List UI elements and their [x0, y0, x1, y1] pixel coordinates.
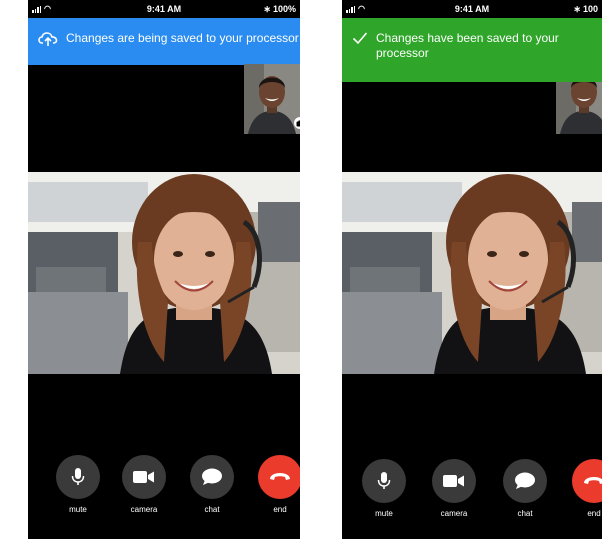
- self-view-video[interactable]: [244, 64, 300, 134]
- status-time: 9:41 AM: [454, 4, 490, 14]
- call-controls: mute camera chat end: [342, 459, 602, 518]
- phone-screen-saved: ◠ 9:41 AM ∗ 100 Changes have been saved …: [342, 0, 602, 539]
- video-camera-icon: [133, 471, 154, 483]
- mute-button[interactable]: mute: [56, 455, 100, 514]
- camera-label: camera: [130, 505, 158, 514]
- mute-label: mute: [69, 505, 87, 514]
- wifi-icon: ◠: [358, 4, 365, 13]
- signal-icon: [346, 5, 355, 13]
- status-bar: ◠ 9:41 AM ∗ 100: [342, 0, 602, 18]
- checkmark-icon: [352, 31, 368, 45]
- self-view-video[interactable]: [556, 82, 602, 134]
- hang-up-icon: [270, 473, 290, 480]
- status-bar: ◠ 9:41 AM ∗ 100%: [28, 0, 300, 18]
- battery-level: 100: [582, 4, 598, 14]
- chat-button[interactable]: chat: [190, 455, 234, 514]
- mute-button[interactable]: mute: [362, 459, 406, 518]
- signal-icon: [32, 5, 41, 13]
- end-label: end: [273, 505, 287, 514]
- status-time: 9:41 AM: [146, 4, 182, 14]
- camera-button[interactable]: camera: [122, 455, 166, 514]
- chat-bubble-icon: [515, 472, 535, 489]
- mute-label: mute: [375, 509, 393, 518]
- chat-bubble-icon: [202, 468, 222, 485]
- battery-level: 100%: [272, 4, 296, 14]
- call-controls: mute camera chat end: [28, 455, 300, 514]
- cloud-upload-icon: [38, 31, 58, 47]
- chat-button[interactable]: chat: [503, 459, 547, 518]
- end-call-button[interactable]: end: [572, 459, 602, 518]
- banner-message: Changes have been saved to your processo…: [376, 31, 559, 60]
- end-call-button[interactable]: end: [258, 455, 300, 514]
- saving-banner: Changes are being saved to your processo…: [28, 18, 300, 65]
- banner-message: Changes are being saved to your processo…: [66, 31, 299, 45]
- hang-up-icon: [584, 477, 602, 484]
- end-label: end: [587, 509, 601, 518]
- chat-label: chat: [517, 509, 533, 518]
- remote-participant-video: [342, 172, 602, 374]
- bluetooth-icon: ∗: [573, 3, 581, 14]
- microphone-icon: [71, 468, 85, 485]
- video-camera-icon: [443, 475, 464, 487]
- chat-label: chat: [204, 505, 220, 514]
- bluetooth-icon: ∗: [263, 3, 271, 14]
- camera-switch-icon[interactable]: [294, 117, 300, 129]
- phone-screen-saving: ◠ 9:41 AM ∗ 100% Changes are being saved…: [28, 0, 300, 539]
- wifi-icon: ◠: [44, 4, 51, 13]
- saved-banner: Changes have been saved to your processo…: [342, 18, 602, 82]
- microphone-icon: [377, 472, 391, 489]
- camera-label: camera: [440, 509, 468, 518]
- remote-participant-video: [28, 172, 300, 374]
- camera-button[interactable]: camera: [432, 459, 476, 518]
